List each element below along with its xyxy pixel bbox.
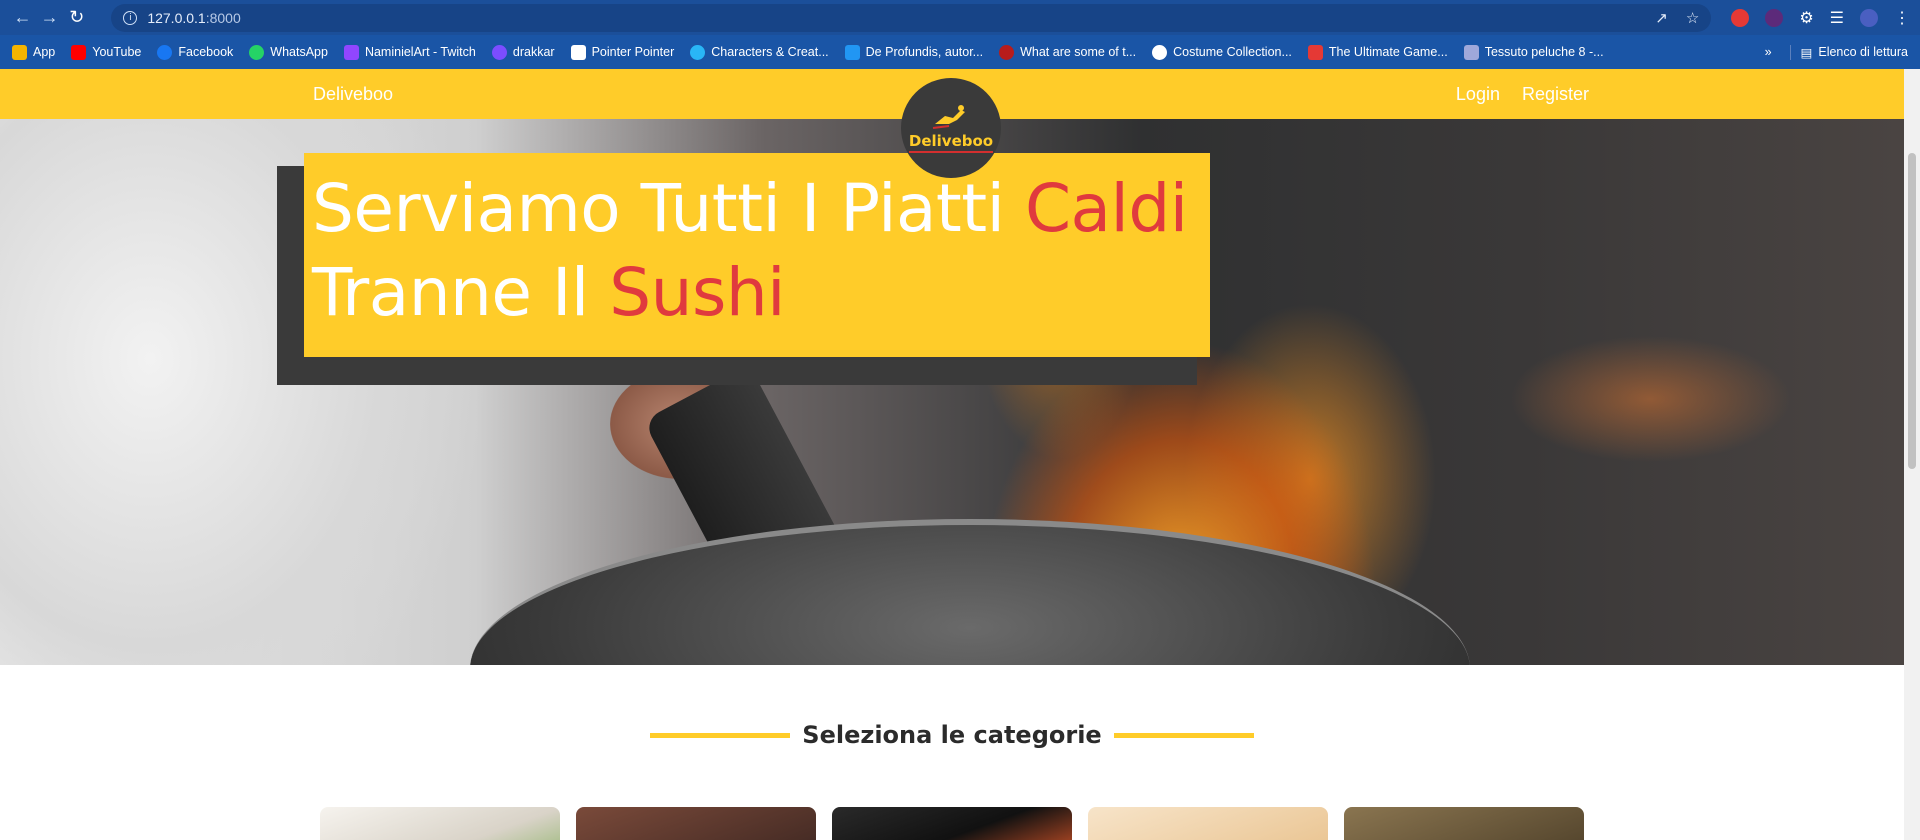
page-scrollbar[interactable] xyxy=(1904,69,1920,840)
browser-chrome: ← → ↻ i 127.0.0.1:8000 ↗ ☆ ⚙ ☰ ⋮ App You… xyxy=(0,0,1920,69)
site-logo[interactable]: Deliveboo xyxy=(901,78,1001,178)
bookmark-star-icon[interactable]: ☆ xyxy=(1686,9,1699,27)
profile-avatar[interactable] xyxy=(1860,8,1879,27)
facebook-icon xyxy=(157,44,173,60)
globe-icon xyxy=(1152,44,1168,60)
bookmark-item[interactable]: Tessuto peluche 8 -... xyxy=(1463,44,1604,60)
hero-line2: Tranne Il xyxy=(312,254,610,331)
back-arrow-icon[interactable]: ← xyxy=(10,5,35,31)
ultimate-game-icon xyxy=(1307,44,1323,60)
category-card[interactable] xyxy=(832,807,1072,840)
category-card[interactable] xyxy=(320,807,560,840)
extensions-area: ⚙ ☰ ⋮ xyxy=(1731,8,1910,28)
reload-icon[interactable]: ↻ xyxy=(64,5,89,31)
site-info-icon[interactable]: i xyxy=(123,10,138,25)
deprofundis-icon xyxy=(844,44,860,60)
auth-links: Login Register xyxy=(1456,84,1589,105)
category-card[interactable] xyxy=(1344,807,1584,840)
drakkar-icon xyxy=(491,44,507,60)
categories-heading: Seleziona le categorie xyxy=(0,721,1904,749)
pointer-icon xyxy=(570,44,586,60)
heading-divider-left xyxy=(650,732,791,738)
bookmark-item[interactable]: Facebook xyxy=(157,44,233,60)
bookmark-item[interactable]: Characters & Creat... xyxy=(690,44,829,60)
kebab-menu-icon[interactable]: ⋮ xyxy=(1894,8,1910,28)
frying-pan-image xyxy=(470,519,1470,665)
url-port: :8000 xyxy=(205,9,241,26)
puzzle-extensions-icon[interactable]: ⚙ xyxy=(1799,8,1813,28)
forward-arrow-icon[interactable]: → xyxy=(37,5,62,31)
login-link[interactable]: Login xyxy=(1456,84,1500,105)
scrollbar-thumb[interactable] xyxy=(1908,153,1916,469)
bookmark-item[interactable]: YouTube xyxy=(71,44,141,60)
bookmark-item[interactable]: drakkar xyxy=(491,44,555,60)
youtube-icon xyxy=(71,44,87,60)
bookmark-item[interactable]: NaminielArt - Twitch xyxy=(343,44,476,60)
delivery-rider-icon xyxy=(932,104,965,129)
hero-highlight-sushi: Sushi xyxy=(609,254,786,331)
reading-list-button[interactable]: ▤ Elenco di lettura xyxy=(1789,44,1908,60)
bookmark-item[interactable]: Costume Collection... xyxy=(1152,44,1292,60)
bookmark-item[interactable]: Pointer Pointer xyxy=(570,44,674,60)
category-cards xyxy=(320,807,1584,840)
quora-icon xyxy=(999,44,1015,60)
apps-grid-icon xyxy=(12,44,27,60)
address-bar[interactable]: i 127.0.0.1:8000 ↗ ☆ xyxy=(111,3,1712,32)
hero-highlight-caldi: Caldi xyxy=(1024,170,1188,247)
url-host: 127.0.0.1 xyxy=(147,9,206,26)
reading-list-icon: ▤ xyxy=(1800,45,1813,60)
bookmark-item[interactable]: The Ultimate Game... xyxy=(1307,44,1448,60)
hero-line1: Serviamo Tutti I Piatti xyxy=(312,170,1025,247)
characters-icon xyxy=(690,44,706,60)
whatsapp-icon xyxy=(249,44,265,60)
bookmark-item[interactable]: What are some of t... xyxy=(999,44,1136,60)
hero-title: Serviamo Tutti I Piatti Caldi Tranne Il … xyxy=(312,167,1210,335)
bookmark-item[interactable]: WhatsApp xyxy=(249,44,328,60)
logo-text: Deliveboo xyxy=(908,132,994,153)
tessuto-icon xyxy=(1463,44,1479,60)
extension-purple-icon[interactable] xyxy=(1765,8,1784,27)
bookmarks-overflow-button[interactable]: » xyxy=(1765,45,1772,59)
browser-toolbar: ← → ↻ i 127.0.0.1:8000 ↗ ☆ ⚙ ☰ ⋮ xyxy=(0,0,1920,35)
extension-red-icon[interactable] xyxy=(1731,8,1750,27)
hero-text-box: Serviamo Tutti I Piatti Caldi Tranne Il … xyxy=(304,153,1210,357)
bookmark-item[interactable]: De Profundis, autor... xyxy=(844,44,983,60)
category-card[interactable] xyxy=(576,807,816,840)
bookmarks-bar: App YouTube Facebook WhatsApp NaminielAr… xyxy=(0,35,1920,69)
media-control-icon[interactable]: ☰ xyxy=(1830,8,1844,28)
reading-list-label: Elenco di lettura xyxy=(1818,45,1908,59)
heading-divider-right xyxy=(1113,732,1254,738)
share-icon[interactable]: ↗ xyxy=(1655,9,1668,27)
twitch-icon xyxy=(343,44,359,60)
register-link[interactable]: Register xyxy=(1522,84,1589,105)
page-viewport: Deliveboo Login Register Deliveboo Servi… xyxy=(0,69,1904,840)
category-card[interactable] xyxy=(1088,807,1328,840)
categories-title: Seleziona le categorie xyxy=(802,721,1102,749)
brand-link[interactable]: Deliveboo xyxy=(313,84,393,105)
bookmark-item[interactable]: App xyxy=(12,44,55,60)
